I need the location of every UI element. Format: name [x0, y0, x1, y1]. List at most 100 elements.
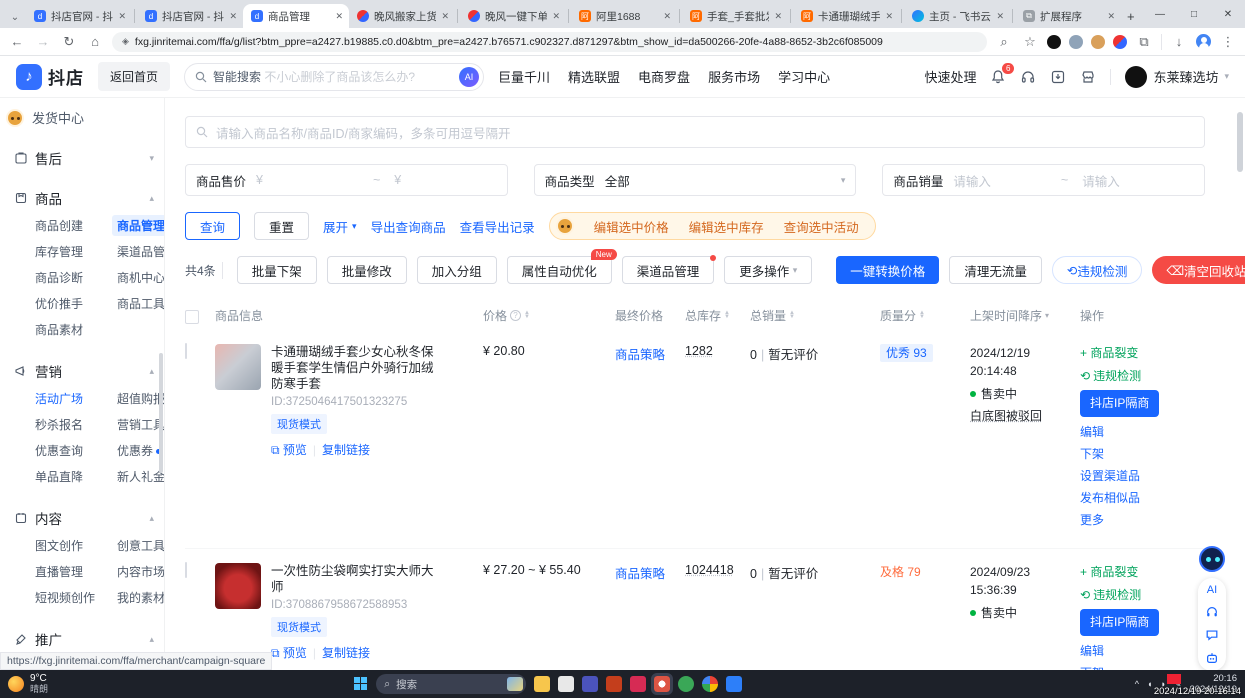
storefront-icon[interactable] [1080, 69, 1096, 85]
sidebar-item-fahuo[interactable]: 发货中心 [14, 108, 164, 127]
reset-button[interactable]: 重置 [254, 212, 309, 240]
preview-link[interactable]: ⧉ 预览 [271, 644, 307, 661]
extension-icon[interactable] [1091, 35, 1105, 49]
edit-selected-price-link[interactable]: 编辑选中价格 [594, 217, 669, 236]
tray-network-icon[interactable]: ◖ [1147, 679, 1152, 689]
set-channel-link[interactable]: 设置渠道品 [1080, 467, 1185, 486]
ai-assistant-widget[interactable]: AI [1197, 546, 1227, 671]
headset-icon[interactable] [1205, 605, 1219, 619]
browser-menu-icon[interactable]: ⋮ [1219, 34, 1237, 50]
new-tab-button[interactable]: + [1127, 9, 1135, 24]
download-center-icon[interactable] [1050, 69, 1066, 85]
ai-robot-icon[interactable] [1199, 546, 1225, 572]
batch-modify-button[interactable]: 批量修改 [327, 256, 407, 284]
taskbar-weather-widget[interactable]: 9°C晴朗 [8, 673, 158, 695]
tab-close-icon[interactable]: ✕ [552, 11, 560, 22]
home-button[interactable]: ⌂ [86, 34, 104, 49]
sidebar-item-miaosha[interactable]: 秒杀报名 [35, 416, 83, 433]
back-home-button[interactable]: 返回首页 [98, 62, 170, 91]
tab-close-icon[interactable]: ✕ [335, 11, 343, 22]
tab-close-icon[interactable]: ✕ [774, 11, 782, 22]
sales-range-filter[interactable]: 商品销量 请输入 ~ 请输入 [882, 164, 1205, 196]
product-image[interactable] [215, 344, 261, 390]
app-icon[interactable] [678, 676, 694, 692]
attr-auto-optimize-button[interactable]: 属性自动优化New [507, 256, 612, 284]
downloads-icon[interactable]: ↓ [1170, 34, 1188, 49]
sidebar-item-goods-material[interactable]: 商品素材 [35, 321, 83, 338]
copy-link[interactable]: 复制链接 [322, 441, 370, 458]
tray-expand-icon[interactable]: ^ [1135, 679, 1139, 689]
tab-close-icon[interactable]: ✕ [663, 11, 671, 22]
publish-similar-link[interactable]: 发布相似品 [1080, 489, 1185, 508]
browser-tab[interactable]: 晚风搬家上货✕ [349, 4, 455, 28]
taskbar-search[interactable]: ⌕ 搜索 [376, 674, 526, 694]
smart-search-input[interactable]: 智能搜索 不小心删除了商品该怎么办? AI [184, 63, 484, 91]
chat-icon[interactable] [1205, 628, 1219, 642]
edit-selected-stock-link[interactable]: 编辑选中库存 [689, 217, 764, 236]
sidebar-item-goods-create[interactable]: 商品创建 [35, 217, 83, 234]
browser-tab-active[interactable]: d商品管理✕ [243, 4, 349, 28]
browser-tab[interactable]: 主页 - 飞书云文档✕ [904, 4, 1010, 28]
tab-close-icon[interactable]: ✕ [229, 11, 237, 22]
browser-tab[interactable]: 阿卡通珊瑚绒手套少✕ [793, 4, 899, 28]
final-price-strategy-link[interactable]: 商品策略 [615, 563, 685, 582]
file-explorer-icon[interactable] [534, 676, 550, 692]
app-icon[interactable] [630, 676, 646, 692]
sidebar-item-channel-goods[interactable]: 渠道品管理 [117, 243, 165, 260]
expand-filters-link[interactable]: 展开▾ [323, 217, 357, 236]
copy-link[interactable]: 复制链接 [322, 644, 370, 661]
sidebar-group-header-tuiguang[interactable]: 推广 ▴ [14, 622, 164, 656]
extensions-puzzle-icon[interactable]: ⧉ [1135, 34, 1153, 50]
sidebar-item-content-market[interactable]: 内容市场 [117, 563, 165, 580]
browser-tab[interactable]: 晚风一键下单 - 支✕ [460, 4, 566, 28]
doudian-ip-button[interactable]: 抖店IP隔商 [1080, 609, 1159, 636]
col-quality[interactable]: 质量分▲▼ [880, 307, 970, 324]
sidebar-scrollbar[interactable] [159, 353, 163, 473]
sidebar-item-stock-manage[interactable]: 库存管理 [35, 243, 83, 260]
nav-xuexi[interactable]: 学习中心 [778, 67, 830, 86]
sidebar-item-chaozhigou[interactable]: 超值购报名 [117, 390, 165, 407]
empty-trash-button[interactable]: ⌫ 清空回收站 [1152, 256, 1245, 284]
product-type-select[interactable]: 商品类型 全部 ▾ [534, 164, 857, 196]
bookmark-star-icon[interactable]: ☆ [1021, 34, 1039, 50]
nav-luopan[interactable]: 电商罗盘 [638, 67, 690, 86]
product-title[interactable]: 卡通珊瑚绒手套少女心秋冬保暖手套学生情侣户外骑行加绒防寒手套 [271, 344, 441, 392]
sidebar-item-goods-manage[interactable]: 商品管理 [112, 215, 165, 236]
stock-value[interactable]: 1282 [685, 344, 713, 358]
app-icon[interactable] [726, 676, 742, 692]
offshelf-link[interactable]: 下架 [1080, 445, 1185, 464]
forward-button[interactable]: → [34, 34, 52, 49]
sidebar-item-coupon-query[interactable]: 优惠查询 [35, 442, 83, 459]
sidebar-item-tuwen[interactable]: 图文创作 [35, 537, 83, 554]
tab-close-icon[interactable]: ✕ [996, 11, 1004, 22]
window-close-button[interactable]: ✕ [1211, 9, 1245, 20]
tab-close-icon[interactable]: ✕ [885, 11, 893, 22]
nav-juliang[interactable]: 巨量千川 [498, 67, 550, 86]
product-fission-link[interactable]: + 商品裂变 [1080, 344, 1185, 363]
convert-price-button[interactable]: 一键转换价格 [836, 256, 939, 284]
back-button[interactable]: ← [8, 34, 26, 49]
tab-close-icon[interactable]: ✕ [118, 11, 126, 22]
col-price[interactable]: 价格?▲▼ [445, 307, 615, 324]
extension-icon[interactable] [1047, 35, 1061, 49]
quality-score-badge[interactable]: 优秀 93 [880, 344, 933, 362]
headset-icon[interactable] [1020, 69, 1036, 85]
word-icon[interactable] [606, 676, 622, 692]
sidebar-group-header-shouhou[interactable]: 售后 ▾ [14, 141, 164, 175]
sidebar-item-danpin[interactable]: 单品直降 [35, 468, 83, 485]
recycle-bin-icon[interactable] [558, 676, 574, 692]
more-link[interactable]: 更多 [1080, 511, 1185, 530]
product-title[interactable]: 一次性防尘袋啊实打实大师大师 [271, 563, 441, 595]
chrome-icon[interactable] [702, 676, 718, 692]
tab-close-icon[interactable]: ✕ [1107, 11, 1115, 22]
sidebar-item-shangji[interactable]: 商机中心 [117, 269, 165, 286]
browser-tab[interactable]: ⧉扩展程序✕ [1015, 4, 1121, 28]
start-button[interactable] [354, 677, 368, 691]
sidebar-item-activity-square[interactable]: 活动广场 [35, 390, 83, 407]
extension-icon[interactable] [1113, 35, 1127, 49]
row-checkbox[interactable] [185, 343, 187, 359]
select-all-checkbox[interactable] [185, 310, 199, 324]
sidebar-group-header-yingxiao[interactable]: 营销 ▴ [14, 354, 164, 388]
site-info-icon[interactable]: ◈ [122, 36, 129, 47]
edit-link[interactable]: 编辑 [1080, 423, 1185, 442]
